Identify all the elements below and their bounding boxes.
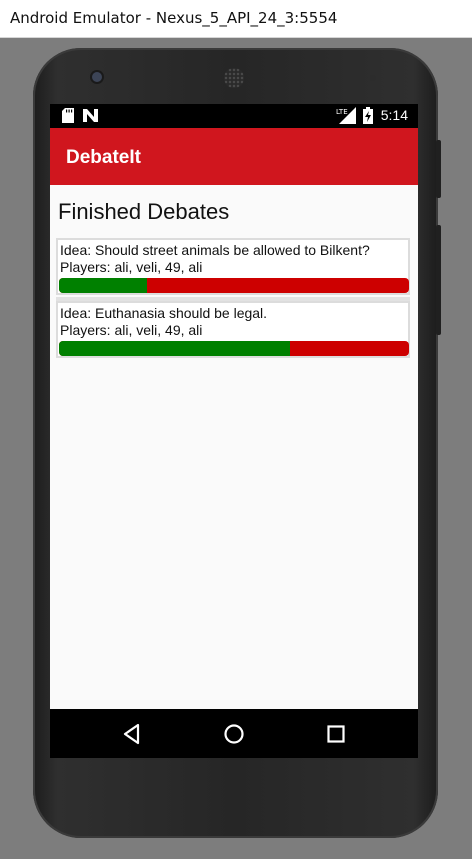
debate-card[interactable]: Idea: Euthanasia should be legal. Player… xyxy=(56,301,410,358)
status-time: 5:14 xyxy=(380,107,408,123)
status-bar: LTE 5:14 xyxy=(50,104,418,128)
network-label: LTE xyxy=(336,108,348,116)
volume-button[interactable] xyxy=(436,225,441,335)
vote-result-bar xyxy=(59,278,409,293)
sd-card-icon xyxy=(62,108,74,128)
agree-portion xyxy=(59,278,147,293)
battery-charging-icon xyxy=(363,107,373,129)
emulator-window-titlebar[interactable]: Android Emulator - Nexus_5_API_24_3:5554 xyxy=(0,0,472,38)
vote-result-bar xyxy=(59,341,409,356)
lte-signal-icon: LTE xyxy=(336,107,356,129)
sensor-icon xyxy=(356,75,362,81)
n-notification-icon xyxy=(83,109,98,127)
speaker-grille-icon xyxy=(224,68,244,88)
app-toolbar: DebateIt xyxy=(50,128,418,185)
debate-idea: Idea: Should street animals be allowed t… xyxy=(60,242,370,258)
power-button[interactable] xyxy=(436,140,441,198)
device-screen: LTE 5:14 DebateIt Finished Debates Idea:… xyxy=(50,104,418,758)
debate-players: Players: ali, veli, 49, ali xyxy=(60,259,203,275)
sensor-icon xyxy=(370,75,376,81)
window-title: Android Emulator - Nexus_5_API_24_3:5554 xyxy=(10,9,338,27)
navigation-bar xyxy=(50,709,418,758)
app-title: DebateIt xyxy=(66,147,141,168)
debate-card[interactable]: Idea: Should street animals be allowed t… xyxy=(56,238,410,295)
back-icon[interactable] xyxy=(119,721,145,747)
home-icon[interactable] xyxy=(221,721,247,747)
recents-icon[interactable] xyxy=(323,721,349,747)
agree-portion xyxy=(59,341,290,356)
front-camera-icon xyxy=(92,72,102,82)
finished-debates-screen: Finished Debates Idea: Should street ani… xyxy=(50,185,418,709)
debate-players: Players: ali, veli, 49, ali xyxy=(60,322,203,338)
debate-idea: Idea: Euthanasia should be legal. xyxy=(60,305,268,321)
page-title: Finished Debates xyxy=(58,199,230,224)
